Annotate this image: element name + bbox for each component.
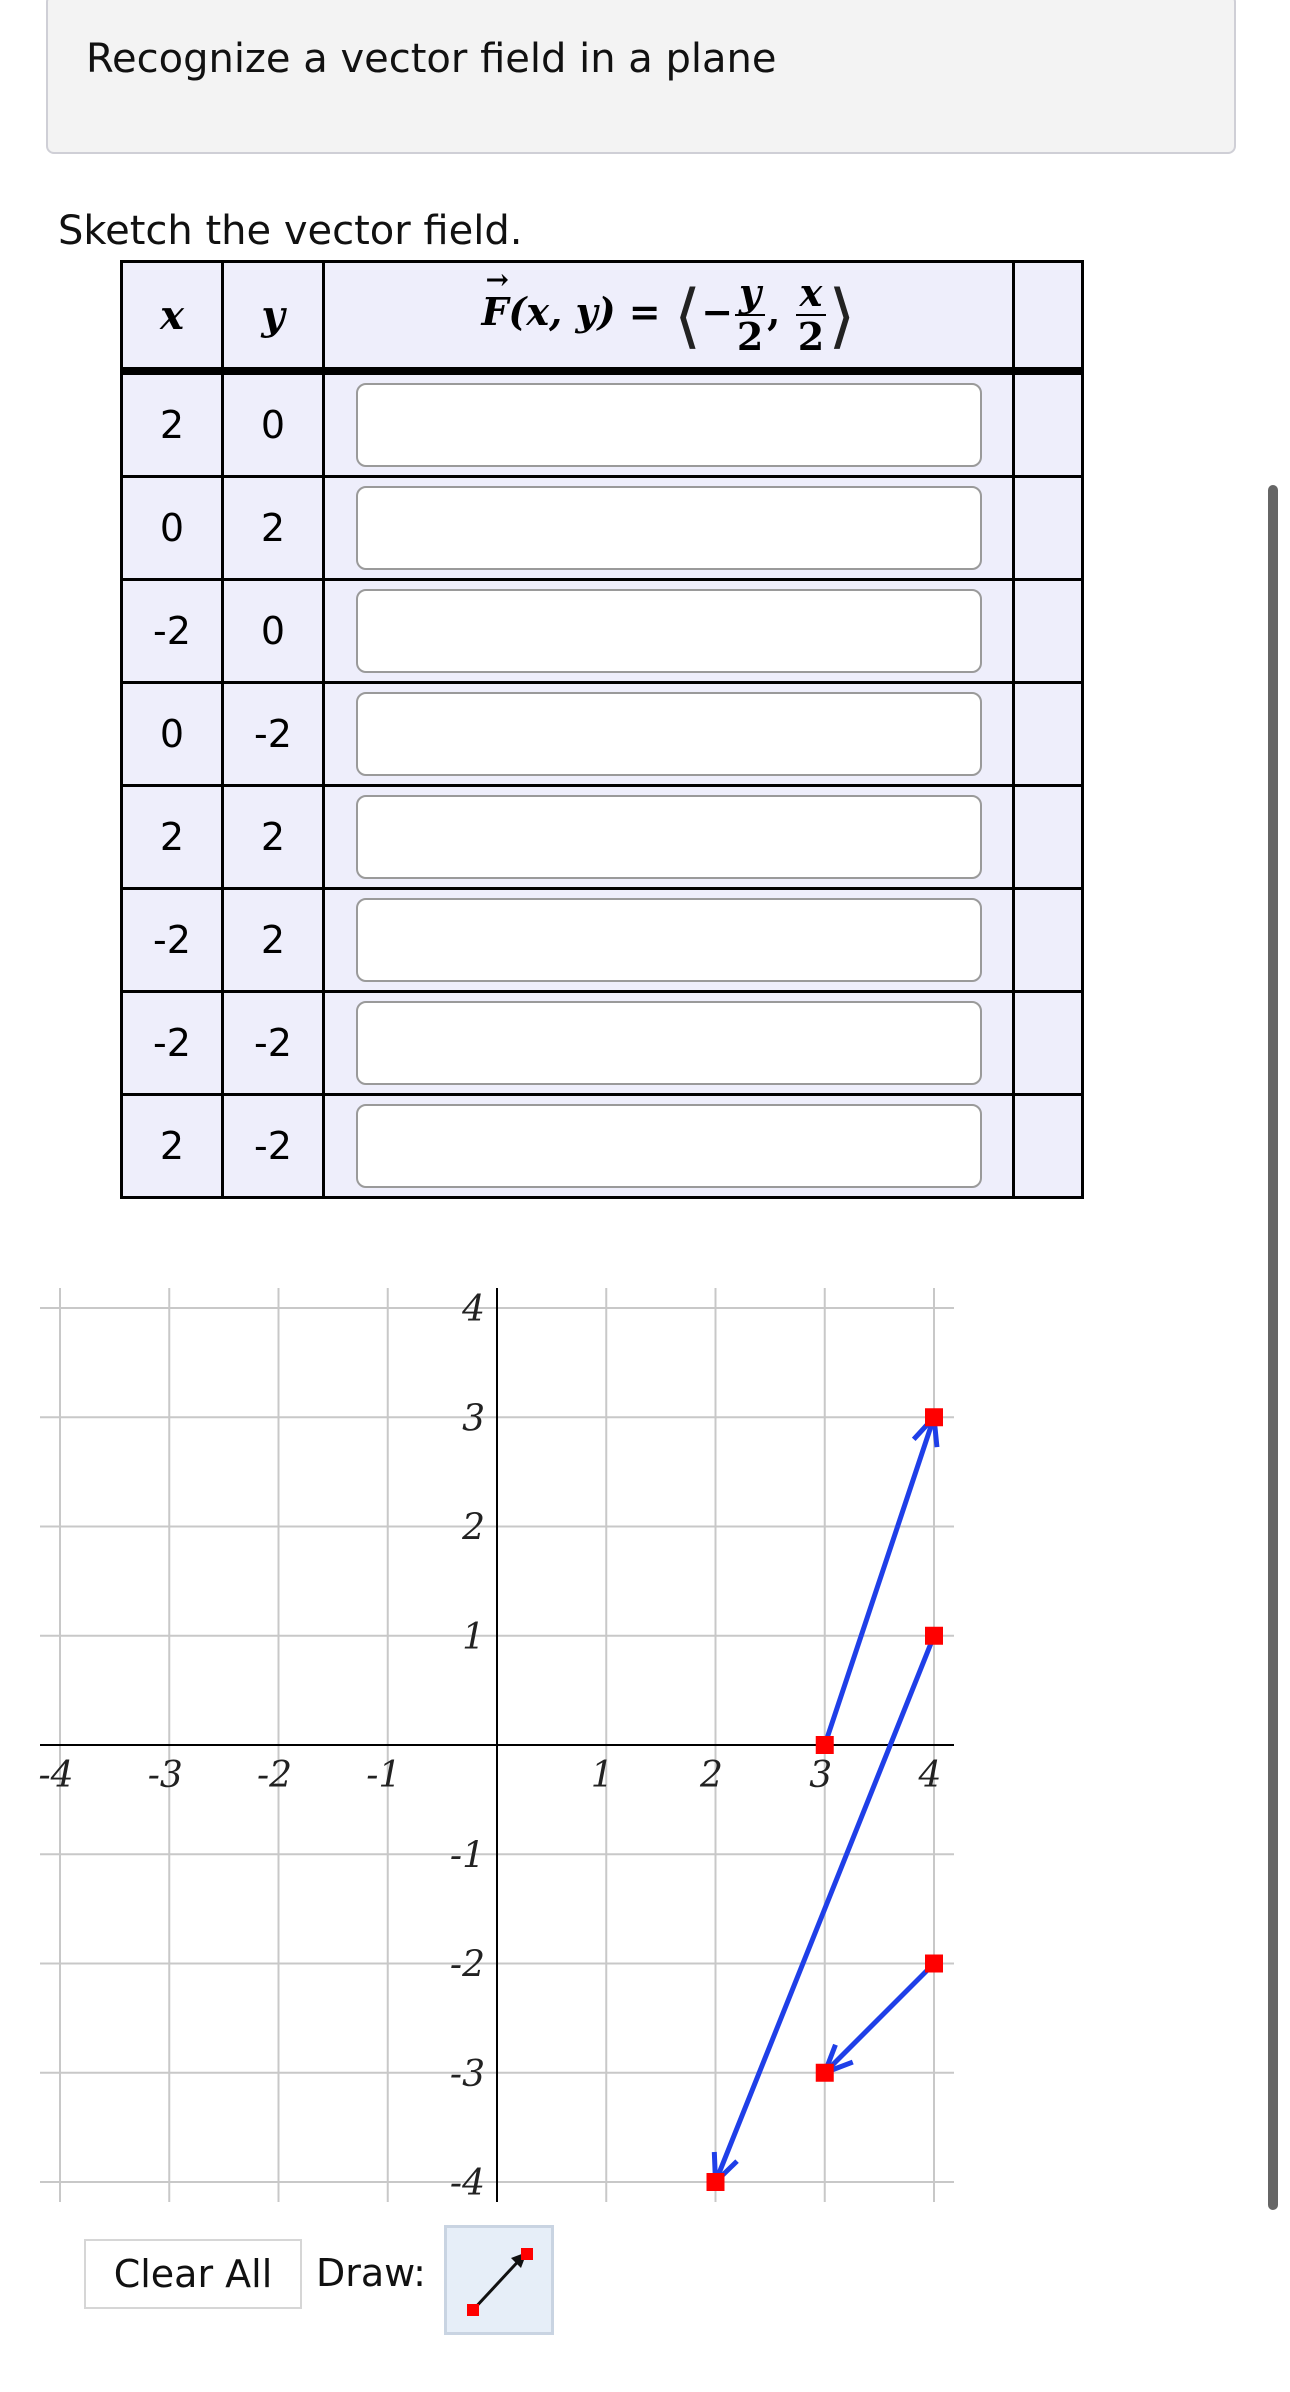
table-row: 2 2 [120, 784, 1084, 890]
cell-extra [1012, 681, 1084, 787]
vector-sketch-graph[interactable]: -4 -3 -2 -1 1 2 3 4 4 3 2 1 -1 -2 -3 -4 [0, 1270, 1290, 2210]
cell-x: 0 [120, 475, 224, 581]
cell-x: -2 [120, 887, 224, 993]
cell-x: -2 [120, 578, 224, 684]
x-tick-label: -2 [257, 1755, 292, 1796]
table-row: -2 2 [120, 887, 1084, 993]
cell-answer [322, 784, 1015, 890]
vector-answer-input[interactable] [355, 1001, 982, 1085]
table-row: 0 -2 [120, 681, 1084, 787]
formula-num1: y [735, 274, 766, 316]
vector-answer-input[interactable] [355, 383, 982, 467]
cell-extra [1012, 887, 1084, 993]
cell-x: 2 [120, 1093, 224, 1199]
cell-y: -2 [221, 681, 325, 787]
x-tick-label: 4 [918, 1755, 942, 1796]
vector-draw-icon [467, 2248, 533, 2316]
vector-arrow-shaft [822, 1422, 935, 1746]
cell-x: 2 [120, 369, 224, 478]
cell-answer [322, 1093, 1015, 1199]
x-tick-label: -1 [366, 1755, 401, 1796]
vector-head-point [925, 1408, 943, 1427]
header-banner: Recognize a vector field in a plane [46, 0, 1236, 154]
cell-answer [322, 887, 1015, 993]
instruction-text: Sketch the vector field. [58, 208, 523, 254]
cell-x: 0 [120, 681, 224, 787]
cell-extra [1012, 369, 1084, 478]
column-header-extra [1012, 260, 1084, 375]
y-tick-label: 3 [462, 1398, 485, 1439]
cell-y: 0 [221, 578, 325, 684]
cell-y: 2 [221, 887, 325, 993]
table-row: -2 0 [120, 578, 1084, 684]
column-header-formula: F(x, y) = ⟨−y2, x2⟩ [322, 260, 1015, 375]
y-tick-label: -3 [450, 2054, 485, 2095]
column-header-x: x [120, 260, 224, 375]
cell-x: 2 [120, 784, 224, 890]
column-header-y: y [221, 260, 325, 375]
y-tick-label: 4 [461, 1289, 485, 1330]
cell-extra [1012, 475, 1084, 581]
cell-answer [322, 369, 1015, 478]
table-row: 2 -2 [120, 1093, 1084, 1199]
cell-extra [1012, 990, 1084, 1096]
y-tick-label: -2 [450, 1945, 485, 1986]
x-tick-label: 3 [809, 1755, 832, 1796]
table-row: 2 0 [120, 369, 1084, 478]
vector-answer-input[interactable] [355, 486, 982, 570]
vector-tail-point [925, 1954, 943, 1973]
cell-answer [322, 578, 1015, 684]
vector-head-point [706, 2173, 725, 2191]
draw-label: Draw: [316, 2251, 426, 2295]
field-formula: F(x, y) = ⟨−y2, x2⟩ [481, 263, 855, 357]
vector-head-point [815, 2063, 834, 2082]
cell-extra [1012, 578, 1084, 684]
vector-arrow-shaft [715, 1634, 937, 2178]
page-title: Recognize a vector field in a plane [86, 36, 777, 82]
y-tick-label: 2 [461, 1508, 485, 1549]
vector-arrow-shaft [827, 1961, 936, 2071]
table-row: -2 -2 [120, 990, 1084, 1096]
table-header-row: x y F(x, y) = ⟨−y2, x2⟩ [120, 260, 1084, 375]
vector-tail-point [925, 1626, 943, 1645]
y-tick-label: -4 [450, 2163, 485, 2204]
cell-x: -2 [120, 990, 224, 1096]
cell-answer [322, 990, 1015, 1096]
x-tick-label: -3 [148, 1755, 183, 1796]
cell-y: -2 [221, 1093, 325, 1199]
cell-y: 0 [221, 369, 325, 478]
vector-tail-point [815, 1736, 834, 1754]
cell-y: 2 [221, 475, 325, 581]
cell-y: -2 [221, 990, 325, 1096]
formula-den2: 2 [797, 314, 825, 359]
x-tick-label: -4 [38, 1755, 73, 1796]
cell-extra [1012, 1093, 1084, 1199]
vector-draw-tool-button[interactable] [444, 2225, 554, 2335]
formula-num2: x [795, 274, 827, 316]
x-tick-label: 2 [699, 1755, 723, 1796]
table-row: 0 2 [120, 475, 1084, 581]
vector-answer-input[interactable] [355, 1104, 982, 1188]
vector-answer-input[interactable] [355, 692, 982, 776]
vector-answer-input[interactable] [355, 795, 982, 879]
cell-answer [322, 681, 1015, 787]
cell-extra [1012, 784, 1084, 890]
vector-answer-input[interactable] [355, 589, 982, 673]
x-tick-label: 1 [591, 1755, 614, 1796]
y-tick-label: -1 [450, 1835, 485, 1876]
formula-den1: 2 [736, 314, 764, 359]
cell-answer [322, 475, 1015, 581]
cell-y: 2 [221, 784, 325, 890]
vector-answer-input[interactable] [355, 898, 982, 982]
vector-field-table: x y F(x, y) = ⟨−y2, x2⟩ 2 0 0 2 -2 [120, 260, 1084, 1199]
clear-all-button[interactable]: Clear All [84, 2239, 302, 2309]
y-tick-label: 1 [462, 1617, 485, 1658]
formula-lhs: F(x, y) = [481, 263, 660, 334]
